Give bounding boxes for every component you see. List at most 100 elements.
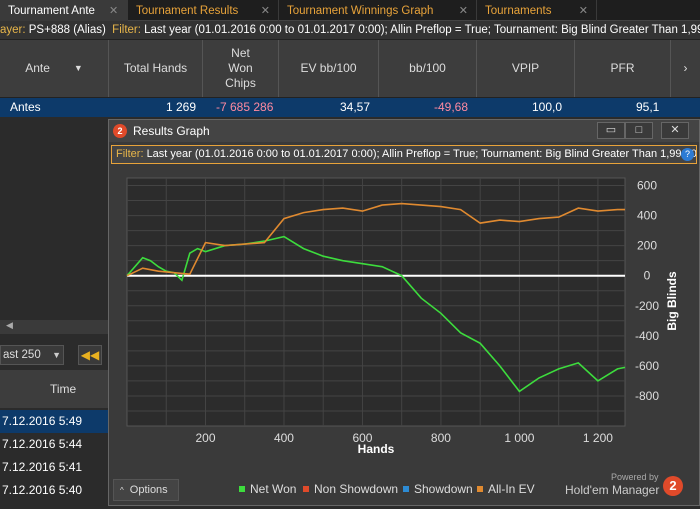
y-tick-label: -400 <box>635 329 659 343</box>
time-header-label: Time <box>50 382 77 396</box>
col-pfr[interactable]: PFR <box>574 40 670 97</box>
close-icon[interactable]: ✕ <box>109 4 118 17</box>
chevron-down-icon[interactable]: ▼ <box>74 61 83 76</box>
time-value: 7.12.2016 5:44 <box>2 437 83 451</box>
col-ev-bb100[interactable]: EV bb/100 <box>278 40 378 97</box>
logo-text: 2 <box>117 126 123 136</box>
close-icon[interactable]: ✕ <box>261 4 270 17</box>
tab-label: Tournaments <box>485 4 552 17</box>
col-net-won[interactable]: Net Won Chips <box>202 40 278 97</box>
cell-bb: -49,68 <box>434 100 469 114</box>
close-icon[interactable]: ✕ <box>579 4 588 17</box>
x-tick-label: 800 <box>431 431 451 445</box>
scroll-left-icon[interactable]: ◀ <box>6 320 13 331</box>
legend-showdown[interactable]: Showdown <box>403 482 473 496</box>
legend-label: Net Won <box>250 482 297 496</box>
h-scrollbar[interactable]: ◀ <box>0 320 108 334</box>
options-button[interactable]: ^ Options <box>113 479 179 501</box>
brand-label: Hold'em Manager <box>565 483 660 497</box>
help-icon[interactable]: ? <box>681 148 694 161</box>
hands-select[interactable]: ast 250 ▼ <box>0 345 64 365</box>
col-label: VPIP <box>511 61 540 75</box>
y-tick-label: -200 <box>635 299 659 313</box>
x-tick-label: 200 <box>195 431 215 445</box>
col-more[interactable]: › <box>670 40 700 97</box>
legend-allin-ev[interactable]: All-In EV <box>477 482 535 496</box>
y-tick-label: -600 <box>635 359 659 373</box>
y-tick-label: 600 <box>637 179 657 193</box>
player-label: ayer: <box>0 24 29 36</box>
legend-net-won[interactable]: Net Won <box>239 482 296 496</box>
legend-non-showdown[interactable]: Non Showdown <box>303 482 398 496</box>
graph-filter-bar[interactable]: Filter: Last year (01.01.2016 0:00 to 01… <box>111 145 697 164</box>
tab-label: Tournament Results <box>136 4 239 17</box>
col-ante-label: Ante <box>25 61 50 75</box>
x-tick-label: 1 000 <box>504 431 534 445</box>
list-item[interactable]: 7.12.2016 5:49 <box>0 410 108 433</box>
col-total-hands[interactable]: Total Hands <box>108 40 202 97</box>
cell-pfr: 95,1 <box>636 100 660 114</box>
x-tick-label: 1 200 <box>583 431 613 445</box>
table-empty-area <box>0 117 108 302</box>
x-tick-label: 400 <box>274 431 294 445</box>
close-icon[interactable]: ✕ <box>459 4 468 17</box>
hm2-brand-icon: 2 <box>663 476 683 496</box>
legend-swatch <box>403 486 409 492</box>
table-row[interactable]: Antes 1 269 -7 685 286 34,57 -49,68 100,… <box>0 98 700 117</box>
time-value: 7.12.2016 5:49 <box>2 414 83 428</box>
restore-button[interactable]: ▭ <box>597 122 625 139</box>
table-header: Ante ▼ Total Hands Net Won Chips EV bb/10… <box>0 40 700 98</box>
legend-swatch <box>303 486 309 492</box>
tab-tournament-results[interactable]: Tournament Results ✕ <box>128 0 279 21</box>
options-label: Options <box>129 484 168 496</box>
help-text: ? <box>684 149 690 159</box>
y-tick-label: -800 <box>635 389 659 403</box>
list-item[interactable]: 7.12.2016 5:44 <box>0 433 108 456</box>
filter-label: Filter: <box>105 24 145 36</box>
x-axis-label: Hands <box>358 442 395 456</box>
window-title: Results Graph <box>133 124 210 138</box>
y-ticks: 600 400 200 0 -200 -400 -600 -800 <box>635 179 659 403</box>
tab-label: Tournament Winnings Graph <box>287 4 434 17</box>
tab-bar: Tournament Ante ✕ Tournament Results ✕ Tou… <box>0 0 700 21</box>
col-vpip[interactable]: VPIP <box>476 40 574 97</box>
legend-label: Non Showdown <box>314 482 399 496</box>
chevron-down-icon[interactable]: ▼ <box>52 346 61 364</box>
tab-tournament-ante[interactable]: Tournament Ante ✕ <box>0 0 128 21</box>
maximize-button[interactable]: □ <box>625 122 653 139</box>
col-label: EV bb/100 <box>300 61 357 75</box>
results-chart: 200 400 600 800 1 000 1 200 600 400 200 0 -200 -40… <box>126 177 679 456</box>
filter-value: Last year (01.01.2016 0:00 to 01.01.2017… <box>144 24 700 36</box>
x-ticks: 200 400 600 800 1 000 1 200 <box>195 431 613 445</box>
time-value: 7.12.2016 5:40 <box>2 483 83 497</box>
tab-tournament-winnings-graph[interactable]: Tournament Winnings Graph ✕ <box>279 0 477 21</box>
chevron-up-icon: ^ <box>120 486 124 495</box>
y-tick-label: 400 <box>637 209 657 223</box>
hands-select-value: ast 250 <box>3 349 41 361</box>
cell-ev: 34,57 <box>340 100 371 114</box>
tab-label: Tournament Ante <box>8 4 95 17</box>
cell-vpip: 100,0 <box>532 100 563 114</box>
cell-ante: Antes <box>10 100 41 114</box>
y-tick-label: 0 <box>644 269 651 283</box>
y-axis-label: Big Blinds <box>665 271 679 331</box>
legend-label: All-In EV <box>488 482 535 496</box>
hm2-logo-icon: 2 <box>113 124 127 138</box>
time-column-header[interactable]: Time <box>0 370 108 408</box>
list-item[interactable]: 7.12.2016 5:40 <box>0 479 108 502</box>
filter-label: Filter: <box>116 148 147 160</box>
list-item[interactable]: 7.12.2016 5:41 <box>0 456 108 479</box>
rewind-button[interactable]: ◀◀ <box>78 345 102 365</box>
col-ante[interactable]: Ante ▼ <box>0 40 108 97</box>
legend-label: Showdown <box>414 482 473 496</box>
col-bb100[interactable]: bb/100 <box>378 40 476 97</box>
col-label: bb/100 <box>409 61 446 75</box>
cell-net-won: -7 685 286 <box>216 100 274 114</box>
close-button[interactable]: ✕ <box>661 122 689 139</box>
col-label: Net Won Chips <box>225 46 256 90</box>
rewind-icon: ◀◀ <box>80 348 100 362</box>
cell-hands: 1 269 <box>166 100 197 114</box>
window-titlebar[interactable]: 2 Results Graph ▭ □ _ ✕ <box>109 120 699 142</box>
tab-tournaments[interactable]: Tournaments ✕ <box>477 0 597 21</box>
player-filter-bar[interactable]: ayer: PS+888 (Alias) Filter: Last year (… <box>0 21 700 40</box>
